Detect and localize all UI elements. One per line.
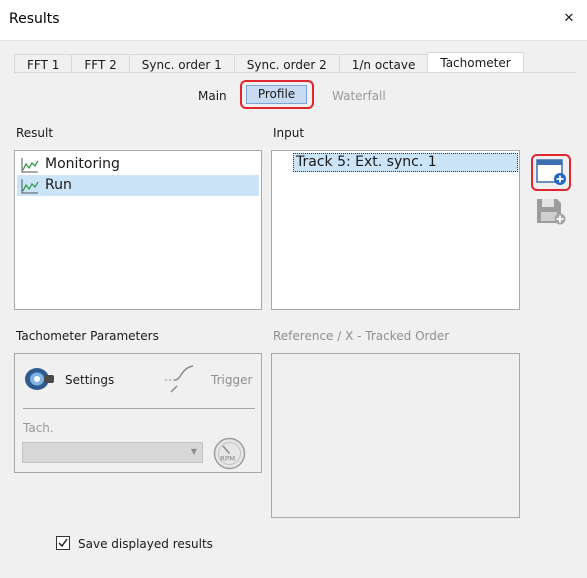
settings-icon[interactable] — [23, 364, 57, 394]
tab-fft1[interactable]: FFT 1 — [14, 54, 73, 73]
tachometer-params-group: Settings Trigger Tach. ▼ RPM — [14, 353, 262, 473]
subtab-profile[interactable]: Profile — [246, 85, 307, 104]
tach-dropdown[interactable]: ▼ — [22, 442, 203, 463]
save-results-label[interactable]: Save displayed results — [78, 537, 213, 551]
rpm-gauge-icon[interactable]: RPM — [213, 437, 246, 470]
tab-divider — [14, 72, 576, 73]
close-button[interactable]: ✕ — [561, 10, 577, 28]
rpm-label: RPM — [220, 455, 236, 463]
tachometer-params-label: Tachometer Parameters — [16, 329, 159, 343]
tab-sync-order-2[interactable]: Sync. order 2 — [233, 54, 340, 73]
tab-bar: FFT 1 FFT 2 Sync. order 1 Sync. order 2 … — [14, 52, 524, 73]
settings-label[interactable]: Settings — [65, 373, 114, 387]
trigger-label: Trigger — [211, 373, 253, 387]
subtab-main[interactable]: Main — [198, 88, 227, 104]
tab-octave[interactable]: 1/n octave — [338, 54, 429, 73]
input-list[interactable]: Track 5: Ext. sync. 1 — [271, 150, 520, 310]
result-label: Result — [16, 126, 54, 140]
line-chart-icon — [21, 178, 39, 194]
tab-tachometer[interactable]: Tachometer — [427, 52, 524, 73]
reference-panel — [271, 353, 520, 518]
list-item-label: Monitoring — [45, 156, 120, 172]
window-title: Results — [9, 11, 60, 27]
input-list-item[interactable]: Track 5: Ext. sync. 1 — [293, 153, 518, 172]
list-item-label: Run — [45, 177, 72, 193]
tab-sync-order-1[interactable]: Sync. order 1 — [128, 54, 235, 73]
tach-label: Tach. — [23, 421, 54, 435]
save-results-checkbox[interactable] — [56, 536, 70, 550]
tab-fft2[interactable]: FFT 2 — [71, 54, 130, 73]
add-window-icon[interactable] — [535, 157, 567, 187]
title-bar: Results ✕ — [0, 0, 587, 41]
dialog-client: FFT 1 FFT 2 Sync. order 1 Sync. order 2 … — [0, 41, 587, 578]
trigger-icon[interactable] — [163, 362, 197, 396]
divider — [23, 408, 255, 409]
reference-label: Reference / X - Tracked Order — [273, 329, 450, 343]
save-add-icon[interactable] — [535, 196, 567, 226]
line-chart-icon — [21, 157, 39, 173]
result-list[interactable]: Monitoring Run — [14, 150, 262, 310]
input-label: Input — [273, 126, 305, 140]
list-item[interactable]: Run — [17, 175, 259, 196]
list-item[interactable]: Monitoring — [17, 154, 259, 175]
chevron-down-icon: ▼ — [190, 447, 197, 456]
subtab-waterfall[interactable]: Waterfall — [332, 88, 386, 104]
checkmark-icon — [58, 538, 68, 548]
